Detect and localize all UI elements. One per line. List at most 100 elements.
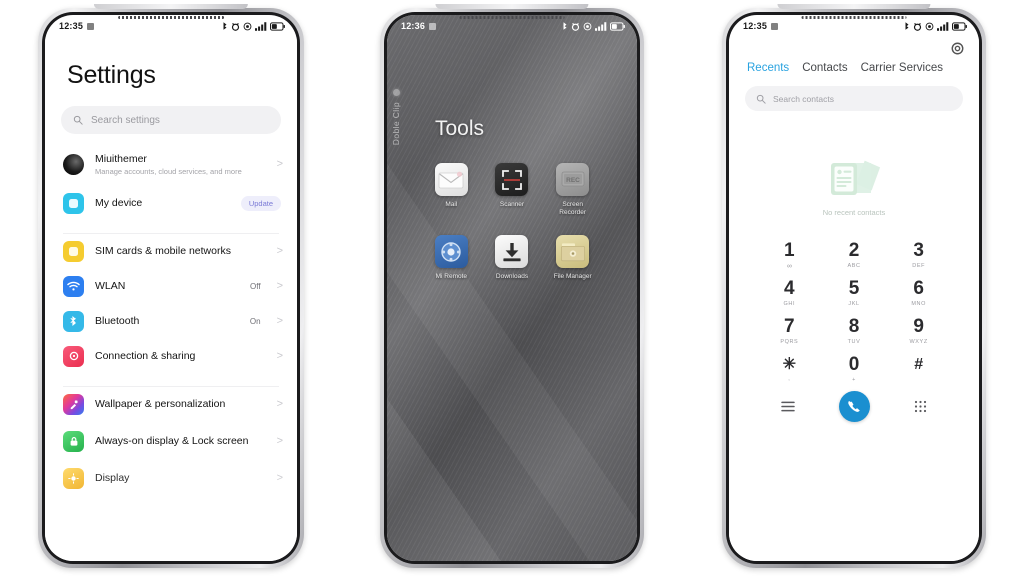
speaker-grille — [118, 16, 224, 19]
display-icon — [63, 467, 84, 489]
empty-state: No recent contacts — [729, 157, 979, 217]
sidebar-item-value: On — [249, 316, 261, 326]
battery-icon — [270, 21, 285, 31]
app-grid: Mail Scanner REC Screen Recorder Mi Remo… — [421, 163, 603, 281]
phone-call-icon — [848, 400, 860, 412]
call-button[interactable] — [838, 391, 870, 422]
sidebar-item-label: Bluetooth — [95, 314, 140, 327]
alarm-icon — [571, 22, 580, 31]
battery-icon — [610, 21, 625, 31]
row-text: SIM cards & mobile networks — [95, 245, 266, 258]
wifi-icon — [63, 275, 84, 297]
row-text: WLAN — [95, 280, 239, 293]
dialer-page: Recents Contacts Carrier Services Search… — [729, 37, 979, 561]
sim-indicator-icon — [87, 22, 95, 30]
dialpad-sublabel: DEF — [912, 263, 926, 269]
screen-settings: 12:35 Settings Search settings Miuitheme… — [45, 15, 297, 561]
remote-icon — [434, 235, 468, 269]
bluetooth-icon — [222, 21, 228, 31]
dialpad-key-0[interactable]: 0 + — [822, 355, 887, 384]
dialpad-key-2[interactable]: 2 ABC — [822, 241, 887, 270]
app-icon-mi-remote[interactable]: Mi Remote — [421, 235, 482, 281]
tab-contacts[interactable]: Contacts — [802, 62, 847, 74]
row-text: Always-on display & Lock screen — [95, 435, 266, 448]
sim-indicator-icon — [429, 22, 437, 30]
sidebar-item-sim-cards[interactable]: SIM cards & mobile networks > — [45, 234, 297, 269]
sidebar-item-label: Connection & sharing — [95, 349, 196, 362]
app-icon-file-manager[interactable]: File Manager — [542, 235, 603, 281]
row-text: Wallpaper & personalization — [95, 398, 266, 411]
sidebar-item-label: WLAN — [95, 279, 126, 292]
phone-device-settings: 12:35 Settings Search settings Miuitheme… — [38, 4, 304, 568]
dialpad-key-9[interactable]: 9 WXYZ — [886, 317, 951, 346]
dialpad-key-7[interactable]: 7 PQRS — [757, 317, 822, 346]
screen-home-folder: 12:36 Doble Clip Tools Mail Scanner REC … — [387, 15, 637, 561]
contact-cards-icon — [823, 157, 885, 203]
folder-overlay: 12:36 Doble Clip Tools Mail Scanner REC … — [387, 15, 637, 561]
bluetooth-icon — [562, 21, 568, 31]
dialpad-key-3[interactable]: 3 DEF — [886, 241, 951, 270]
phone-bezel: 12:35 Settings Search settings Miuitheme… — [42, 12, 300, 564]
dialpad-key-hash[interactable]: # — [886, 355, 951, 384]
search-icon — [756, 94, 766, 104]
dialpad-key-star[interactable]: ✳ , — [757, 355, 822, 384]
dialpad-key-4[interactable]: 4 GHI — [757, 279, 822, 308]
sidebar-item-wlan[interactable]: WLAN Off > — [45, 269, 297, 304]
app-icon-mail[interactable]: Mail — [421, 163, 482, 217]
search-input[interactable]: Search settings — [61, 106, 281, 134]
chevron-right-icon: > — [276, 471, 283, 484]
alarm-icon — [231, 22, 240, 31]
app-icon-scanner[interactable]: Scanner — [482, 163, 543, 217]
gear-icon[interactable] — [950, 41, 965, 56]
dialpad-sublabel: ∞ — [786, 263, 792, 270]
dialpad-key-5[interactable]: 5 JKL — [822, 279, 887, 308]
dialer-tabs: Recents Contacts Carrier Services — [729, 56, 979, 74]
side-widget-doble-clip[interactable]: Doble Clip — [391, 89, 401, 145]
status-badge[interactable]: Update — [240, 195, 281, 211]
keypad-icon[interactable] — [914, 400, 927, 413]
phone-device-dialer: 12:35 Recents Contacts Carrier Services … — [722, 4, 986, 568]
side-widget-label: Doble Clip — [391, 102, 401, 146]
tab-carrier-services[interactable]: Carrier Services — [861, 62, 943, 74]
earpiece-bar — [777, 4, 931, 9]
sidebar-item-connection-sharing[interactable]: Connection & sharing > — [45, 339, 297, 374]
row-text: My device — [95, 197, 230, 210]
chevron-right-icon: > — [276, 279, 283, 292]
screen-recorder-icon: REC — [556, 163, 590, 196]
app-icon-screen-recorder[interactable]: REC Screen Recorder — [542, 163, 603, 217]
sidebar-item-display[interactable]: Display > — [45, 461, 297, 496]
sidebar-item-lock-screen[interactable]: Always-on display & Lock screen > — [45, 422, 297, 461]
app-icon-downloads[interactable]: Downloads — [482, 235, 543, 281]
dialpad-digit: 2 — [848, 240, 860, 261]
dialpad-key-1[interactable]: 1 ∞ — [757, 241, 822, 270]
row-text: Bluetooth — [95, 315, 239, 328]
search-icon — [73, 115, 83, 125]
search-input[interactable]: Search contacts — [745, 86, 963, 111]
dialpad-sublabel: + — [852, 377, 856, 383]
menu-icon[interactable] — [781, 401, 795, 412]
sidebar-item-bluetooth[interactable]: Bluetooth On > — [45, 304, 297, 339]
dialpad-key-6[interactable]: 6 MNO — [886, 279, 951, 308]
dialpad-sublabel: ABC — [847, 263, 861, 269]
search-placeholder: Search contacts — [773, 93, 834, 104]
status-bar-left: 12:35 — [59, 21, 95, 31]
dialpad-sublabel: MNO — [911, 301, 926, 307]
app-label: File Manager — [553, 273, 592, 281]
svg-text:REC: REC — [566, 176, 580, 183]
wallpaper-icon — [63, 393, 84, 415]
speaker-grille — [801, 16, 907, 19]
dialpad-sublabel: TUV — [847, 339, 861, 345]
dnd-icon — [583, 22, 592, 31]
sidebar-item-account[interactable]: Miuithemer Manage accounts, cloud servic… — [45, 144, 297, 186]
status-bar-right — [222, 21, 285, 31]
search-placeholder: Search settings — [91, 114, 160, 126]
chevron-right-icon: > — [276, 397, 283, 410]
dialpad-key-8[interactable]: 8 TUV — [822, 317, 887, 346]
device-icon — [63, 192, 84, 214]
tab-recents[interactable]: Recents — [747, 62, 789, 74]
sidebar-item-wallpaper[interactable]: Wallpaper & personalization > — [45, 387, 297, 422]
avatar — [63, 154, 84, 176]
sidebar-item-my-device[interactable]: My device Update — [45, 186, 297, 221]
